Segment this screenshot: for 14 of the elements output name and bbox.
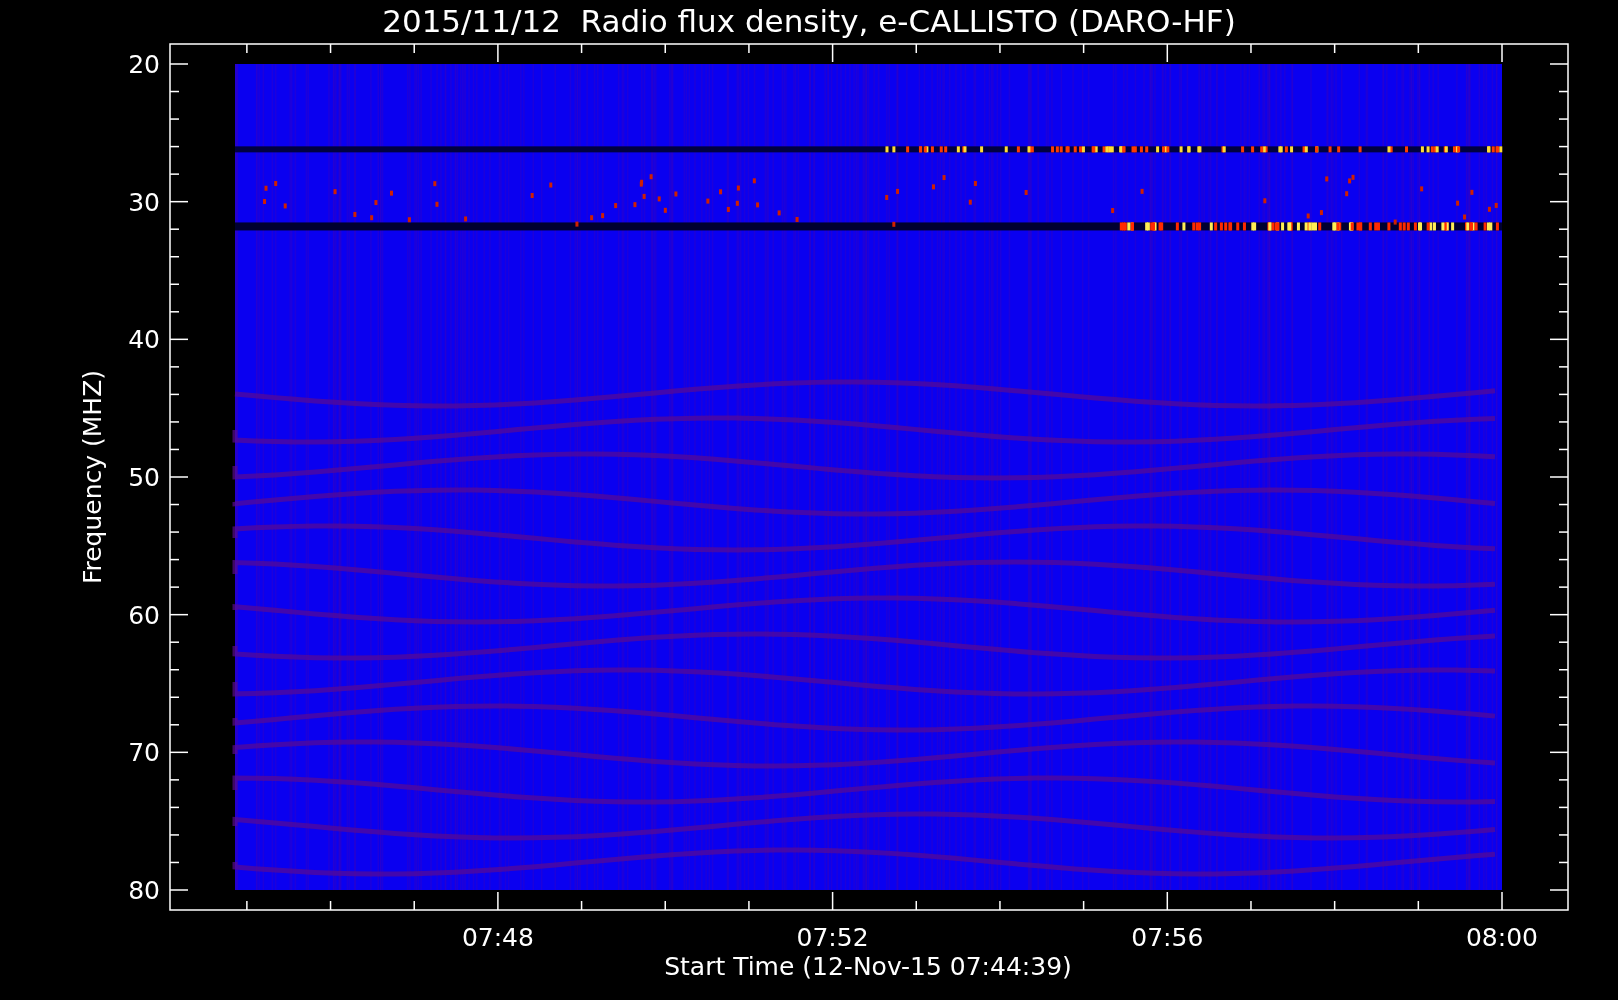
x-tick-label: 07:56 xyxy=(1131,923,1204,952)
y-tick-label: 70 xyxy=(128,738,160,768)
y-tick-label: 50 xyxy=(128,463,160,492)
y-tick-label: 40 xyxy=(128,325,160,355)
y-tick-label: 30 xyxy=(128,187,160,217)
x-axis-label: Start Time (12-Nov-15 07:44:39) xyxy=(664,952,1072,981)
y-tick-label: 60 xyxy=(128,600,160,630)
y-tick-label: 20 xyxy=(128,50,160,79)
x-tick-label: 07:48 xyxy=(461,923,534,952)
y-tick-label: 80 xyxy=(128,876,160,905)
y-axis-label: Frequency (MHZ) xyxy=(78,369,107,585)
x-tick-label: 08:00 xyxy=(1466,923,1538,952)
plot-title: 2015/11/12 Radio flux density, e-CALLISTO (DARO-HF) xyxy=(382,3,1236,39)
x-tick-label: 07:52 xyxy=(796,923,869,952)
